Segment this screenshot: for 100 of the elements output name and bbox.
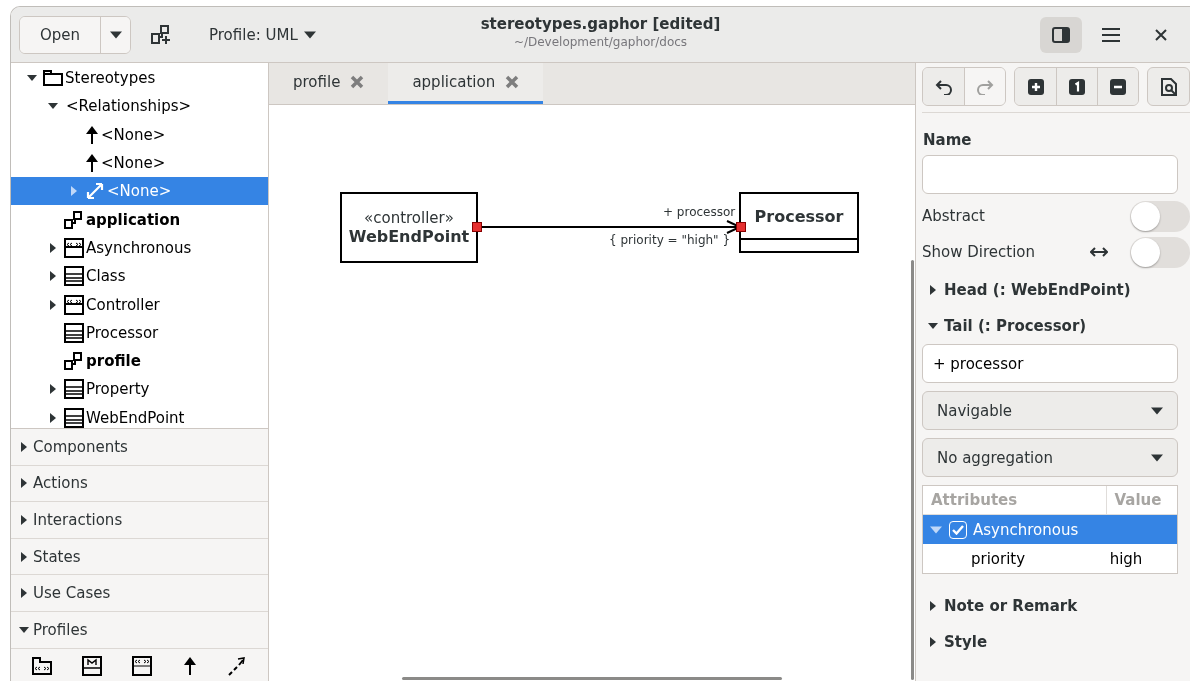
checkbox[interactable] <box>949 520 967 539</box>
tree-item[interactable]: Class <box>11 262 268 291</box>
diagram-icon <box>64 210 84 229</box>
expand-triangle-icon[interactable] <box>928 285 938 295</box>
diagram-tab[interactable]: application <box>388 63 544 104</box>
profile-dropdown[interactable]: Profile: UML <box>191 16 334 53</box>
tree-item-label: <None> <box>101 154 166 173</box>
diagram-tab[interactable]: profile <box>269 63 389 104</box>
redo-icon <box>976 78 994 95</box>
inspect-button[interactable] <box>1147 67 1190 106</box>
arrow-up-icon <box>85 125 99 144</box>
collapse-triangle-icon[interactable] <box>1151 404 1163 417</box>
name-input-field[interactable] <box>922 155 1178 194</box>
expand-triangle-icon[interactable] <box>19 515 29 525</box>
stereotype-class-icon <box>64 294 84 315</box>
expand-triangle-icon[interactable] <box>48 384 58 395</box>
zoom-out-icon <box>1110 78 1126 95</box>
tree-item[interactable]: <Relationships> <box>11 92 268 121</box>
expand-triangle-icon[interactable] <box>928 637 938 647</box>
end-name-input-field[interactable]: + processor <box>922 344 1178 383</box>
tree-item[interactable]: WebEndPoint <box>11 403 268 432</box>
arrow-up-icon <box>182 656 197 675</box>
tree-item-label: application <box>86 210 181 229</box>
tree-item[interactable]: Processor <box>11 318 268 347</box>
toolbox-section-header[interactable]: States <box>11 538 268 576</box>
diagram-icon <box>64 352 84 371</box>
double-arrow-icon <box>85 181 105 202</box>
tree-item-label: Controller <box>86 295 160 314</box>
toggle-switch[interactable] <box>1130 200 1190 232</box>
class-node[interactable]: «controller» WebEndPoint <box>340 192 478 263</box>
tree-item-label: Processor <box>86 323 159 342</box>
association-line[interactable] <box>472 219 746 235</box>
tree-item[interactable]: <None> <box>11 120 268 149</box>
package-stereotype-icon <box>32 656 53 675</box>
tree-item[interactable]: <None> <box>11 177 268 206</box>
table-row[interactable]: Asynchronous <box>923 515 1177 544</box>
double-arrow-icon <box>1090 246 1108 258</box>
close-icon[interactable] <box>505 75 520 89</box>
tree-item-label: Class <box>86 267 126 286</box>
collapse-triangle-icon[interactable] <box>1151 451 1163 464</box>
stereotype-class-icon <box>64 237 84 258</box>
toolbox-section-header[interactable]: Profiles <box>11 611 268 649</box>
collapse-triangle-icon[interactable] <box>928 321 938 331</box>
document-search-icon <box>1160 77 1177 96</box>
class-icon <box>64 266 84 287</box>
horizontal-scrollbar[interactable] <box>402 677 782 680</box>
toggle-switch[interactable] <box>1130 236 1190 268</box>
expand-triangle-icon[interactable] <box>48 299 58 310</box>
close-icon[interactable] <box>350 75 365 89</box>
collapse-triangle-icon[interactable] <box>303 28 316 41</box>
toolbox-section-header[interactable]: Interactions <box>11 502 268 539</box>
tree-item[interactable]: Controller <box>11 290 268 319</box>
expand-triangle-icon[interactable] <box>19 478 29 489</box>
expand-triangle-icon[interactable] <box>48 412 58 423</box>
tree-item[interactable]: profile <box>11 346 268 376</box>
tree-item-label: Property <box>86 380 150 399</box>
toolbox-section-header[interactable]: Use Cases <box>11 575 268 612</box>
tree-item[interactable]: application <box>11 205 268 234</box>
tree-item[interactable]: <None> <box>11 148 268 178</box>
toolbox-section-header[interactable]: Actions <box>11 465 268 503</box>
expand-triangle-icon[interactable] <box>19 441 29 452</box>
tree-item[interactable]: Property <box>11 375 268 404</box>
expand-triangle-icon[interactable] <box>19 588 29 599</box>
toolbox-section-header[interactable]: Components <box>11 429 268 466</box>
expand-triangle-icon[interactable] <box>928 601 938 611</box>
diagram-add-icon <box>151 24 171 45</box>
window-subtitle: ~/Development/gaphor/docs <box>513 35 688 49</box>
tree-item-label: <None> <box>101 125 166 144</box>
section-expander[interactable]: Tail (: Processor) <box>922 308 1190 344</box>
section-expander[interactable]: Head (: WebEndPoint) <box>922 272 1190 308</box>
expand-triangle-icon[interactable] <box>48 242 58 253</box>
association-constraint: { priority = "high" } <box>609 233 731 247</box>
section-expander[interactable]: Note or Remark <box>922 588 1190 624</box>
tree-item-label: <Relationships> <box>66 97 192 116</box>
sidebar-icon <box>1052 26 1070 43</box>
close-icon <box>1155 28 1167 41</box>
expand-triangle-icon[interactable] <box>19 551 29 562</box>
zoom-out-button[interactable] <box>1097 68 1138 105</box>
class-node[interactable]: Processor <box>739 192 859 253</box>
collapse-triangle-icon[interactable] <box>109 28 122 41</box>
section-expander[interactable]: Style <box>922 624 1190 660</box>
collapse-triangle-icon[interactable] <box>19 624 29 635</box>
open-menu-button[interactable] <box>100 16 130 53</box>
stereotype-tool[interactable] <box>130 653 155 678</box>
tree-item-label: Asynchronous <box>86 238 192 257</box>
sidebar-toggle-button[interactable] <box>1040 16 1082 53</box>
class-icon <box>64 407 84 428</box>
metaclass-icon <box>82 655 103 676</box>
aggregation-dropdown[interactable]: No aggregation <box>922 438 1178 477</box>
tree-item-label: Stereotypes <box>65 69 156 88</box>
arrow-up-icon <box>85 154 99 173</box>
expand-triangle-icon[interactable] <box>48 271 58 282</box>
metaclass-tool[interactable] <box>80 653 105 678</box>
profile-tool[interactable] <box>30 654 55 677</box>
class-icon <box>64 379 84 400</box>
navigability-dropdown[interactable]: Navigable <box>922 391 1178 430</box>
zoom-in-icon <box>1027 78 1044 95</box>
tree-item[interactable]: Asynchronous <box>11 233 268 263</box>
vertical-scrollbar[interactable] <box>911 260 914 680</box>
tree-item[interactable]: Stereotypes <box>11 64 268 93</box>
